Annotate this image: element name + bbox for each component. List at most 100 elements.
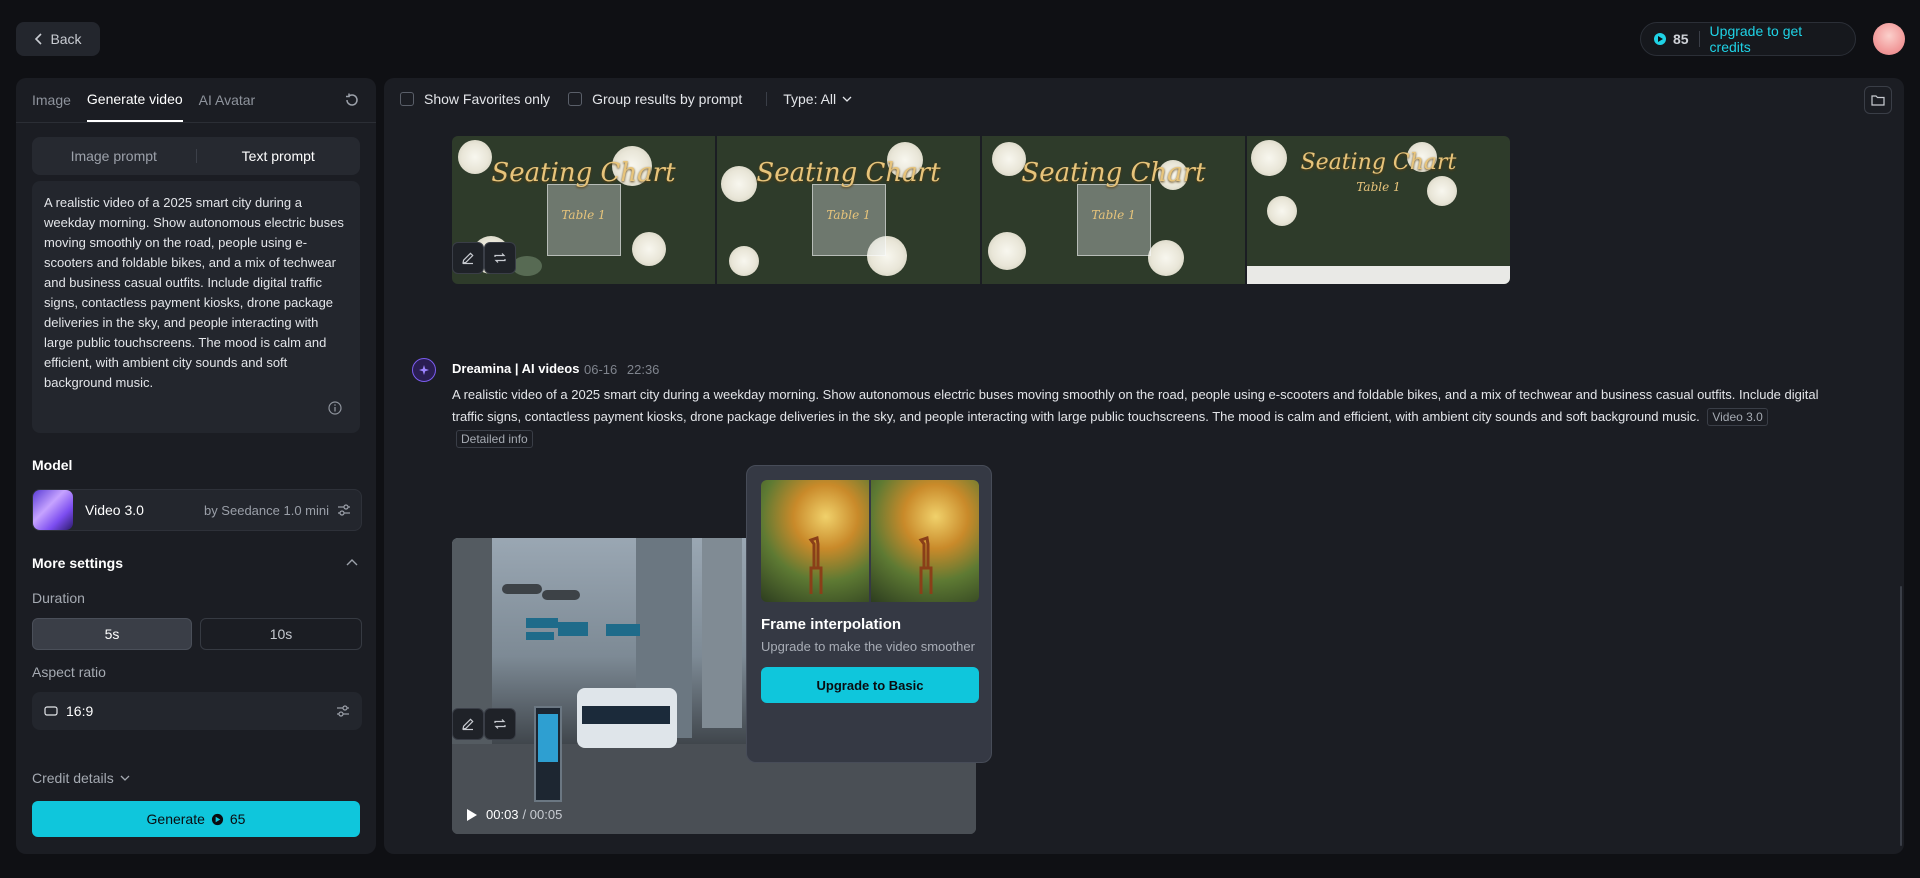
regenerate-button[interactable] [484,708,516,740]
traffic-sign [526,632,554,640]
chevron-down-icon [842,96,852,102]
scrollbar[interactable] [1900,586,1902,846]
repeat-icon [493,717,507,731]
divider [16,122,376,123]
info-icon[interactable] [328,401,342,415]
date: 06-16 [584,362,618,377]
comparison-preview [761,480,979,602]
credit-details-label: Credit details [32,770,114,786]
favorites-label: Show Favorites only [424,91,551,107]
image-title: Seating Chart [756,158,941,188]
sliders-icon[interactable] [336,704,350,718]
text-prompt-toggle[interactable]: Text prompt [197,148,361,164]
more-settings-label[interactable]: More settings [32,555,123,571]
reset-icon[interactable] [344,92,360,108]
bus-window [582,706,670,724]
traffic-sign [558,622,588,636]
timestamp: 06-16 22:36 [584,362,659,377]
upgrade-credits-link[interactable]: Upgrade to get credits [1710,23,1843,55]
duration-5s-button[interactable]: 5s [32,618,192,650]
giraffe-figure [918,536,933,594]
credit-details-toggle[interactable]: Credit details [32,770,130,786]
image-result[interactable]: Seating Chart Table 1 [982,136,1245,284]
aspect-ratio-icon [44,706,58,716]
prompt-mode-toggle: Image prompt Text prompt [32,137,360,175]
favorites-checkbox[interactable] [400,92,414,106]
generate-cost: 65 [229,811,246,827]
author-name: Dreamina | AI videos [452,361,580,376]
play-icon[interactable] [466,808,478,822]
image-result[interactable]: Seating Chart Table 1 [717,136,980,284]
tab-generate-video[interactable]: Generate video [86,78,183,122]
credits-count: 85 [1673,31,1689,47]
prompt-text: A realistic video of a 2025 smart city d… [44,195,344,390]
video-prompt-text: A realistic video of a 2025 smart city d… [452,387,1819,424]
folder-button[interactable] [1864,86,1892,114]
pencil-icon [461,717,475,731]
frame-interpolation-popover: Frame interpolation Upgrade to make the … [746,465,992,763]
time: 22:36 [626,362,660,377]
giraffe-figure [808,536,823,594]
aspect-ratio-label: Aspect ratio [32,664,106,680]
image-subtitle: Table 1 [561,208,606,222]
group-checkbox[interactable] [568,92,583,106]
group-label: Group results by prompt [592,91,743,107]
credits-pill[interactable]: 85 Upgrade to get credits [1640,22,1856,56]
edit-button[interactable] [452,242,484,274]
aspect-ratio-selector[interactable]: 16:9 [32,692,362,730]
type-filter-dropdown[interactable]: Type: All [783,91,852,107]
current-time: 00:03 [486,807,519,822]
model-label: Model [32,457,73,473]
mode-tabs: Image Generate video AI Avatar [32,78,255,122]
generate-button[interactable]: Generate 65 [32,801,360,837]
back-label: Back [50,31,82,47]
duration-10s-button[interactable]: 10s [200,618,362,650]
generate-label: Generate [146,811,205,827]
duration-label: Duration [32,590,85,606]
chevron-up-icon[interactable] [346,558,358,566]
sliders-icon[interactable] [337,503,351,517]
chevron-down-icon [120,775,130,781]
model-thumbnail [33,490,73,530]
prompt-textarea[interactable]: A realistic video of a 2025 smart city d… [32,181,360,433]
left-panel: Image Generate video AI Avatar Image pro… [16,78,376,854]
image-title: Seating Chart [491,158,676,188]
kiosk-screen [538,714,558,762]
image-prompt-toggle[interactable]: Image prompt [32,148,196,164]
preview-before [761,480,869,602]
model-provider: by Seedance 1.0 mini [203,502,329,518]
popover-title: Frame interpolation [761,616,902,633]
image-subtitle: Table 1 [826,208,871,222]
divider [766,92,768,106]
back-button[interactable]: Back [16,22,100,56]
traffic-sign [526,618,558,628]
favorites-filter[interactable]: Show Favorites only [400,91,550,107]
avatar[interactable] [1873,23,1905,55]
image-title: Seating Chart [1300,150,1457,175]
popover-subtitle: Upgrade to make the video smoother [761,639,975,654]
tab-image[interactable]: Image [32,78,71,122]
total-time: / 00:05 [522,807,563,822]
group-filter[interactable]: Group results by prompt [568,91,742,107]
regenerate-button[interactable] [484,242,516,274]
video-controls: 00:03 / 00:05 [466,807,562,822]
divider [1698,31,1700,47]
edit-button[interactable] [452,708,484,740]
drone [502,584,542,594]
upgrade-to-basic-button[interactable]: Upgrade to Basic [761,667,979,703]
image-subtitle: Table 1 [1356,180,1401,194]
image-title: Seating Chart [1021,158,1206,188]
traffic-sign [606,624,640,636]
chevron-left-icon [34,33,44,45]
detailed-info-tag[interactable]: Detailed info [456,430,533,448]
video-prompt: A realistic video of a 2025 smart city d… [452,384,1832,450]
model-tag[interactable]: Video 3.0 [1707,408,1768,426]
credit-coin-icon [211,813,224,826]
type-filter-label: Type: All [783,91,837,107]
image-result[interactable]: Seating Chart Table 1 [1247,136,1510,284]
credit-coin-icon [1653,32,1667,46]
model-selector[interactable]: Video 3.0 by Seedance 1.0 mini [32,489,362,531]
tab-ai-avatar[interactable]: AI Avatar [199,78,256,122]
aspect-ratio-value: 16:9 [66,703,94,719]
image-subtitle: Table 1 [1091,208,1136,222]
